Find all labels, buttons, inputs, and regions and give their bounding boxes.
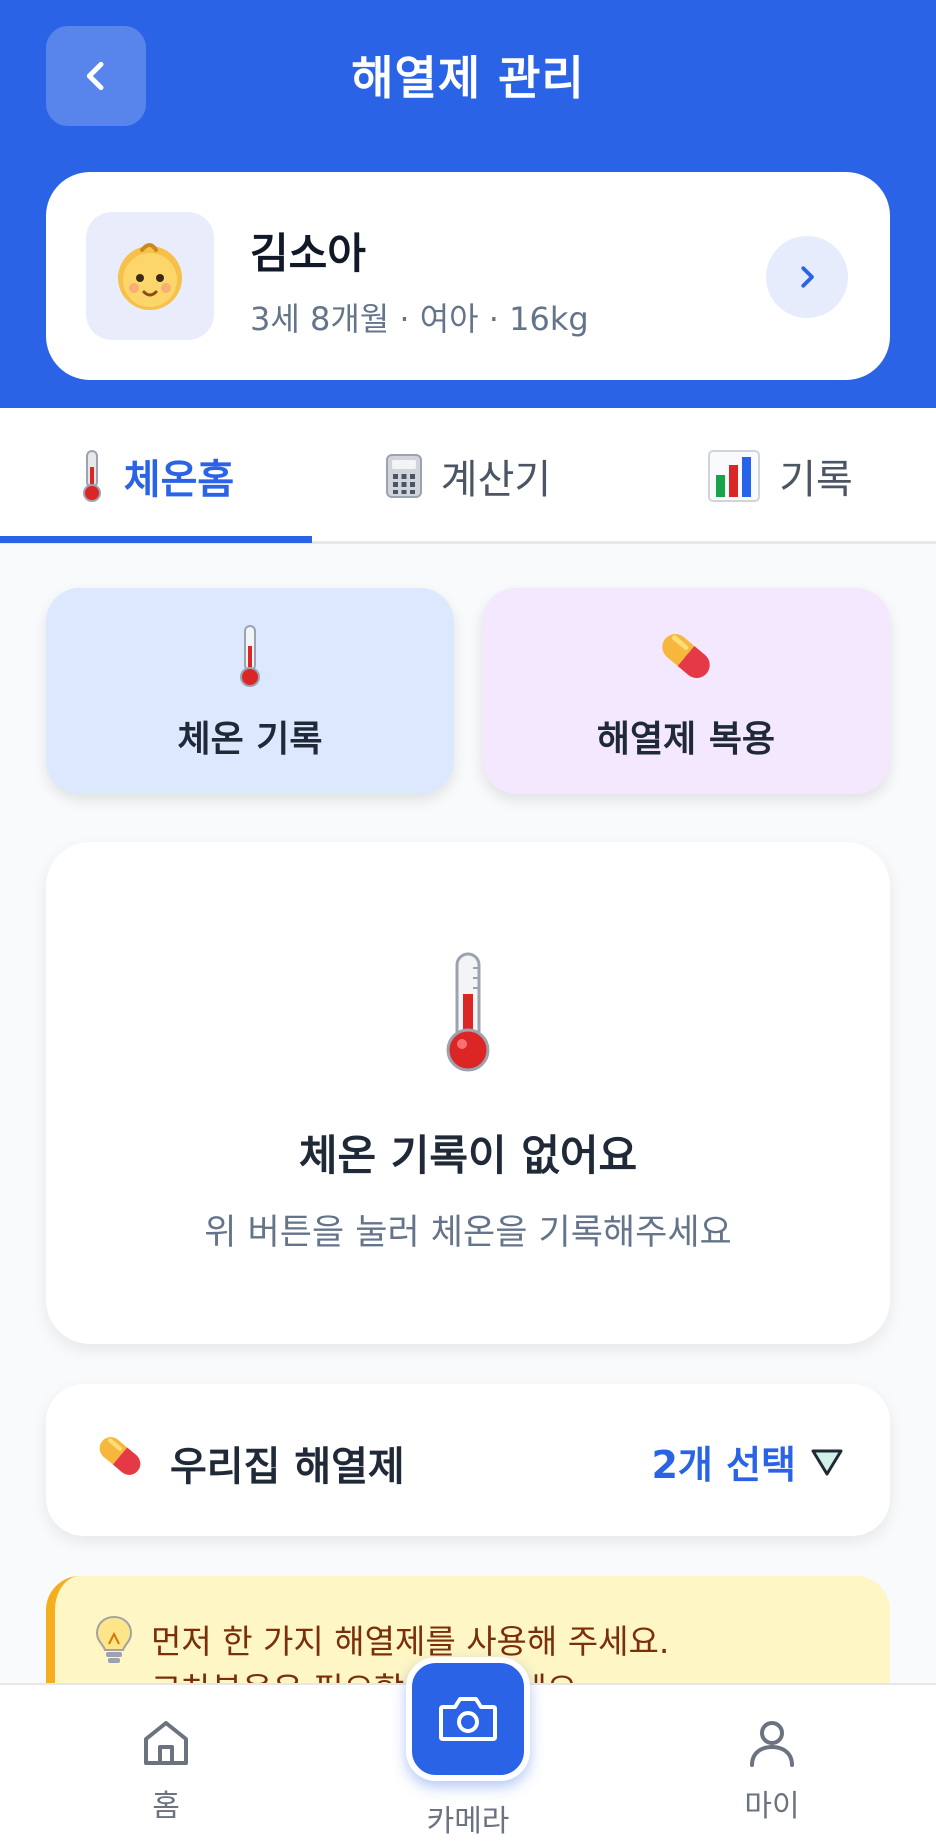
- home-icon: [144, 1721, 188, 1765]
- tab-label: 계산기: [440, 457, 552, 503]
- medicine-title: 우리집 해열제: [170, 1444, 405, 1490]
- thermometer-icon: [46, 950, 890, 1074]
- thermometer-icon: [78, 449, 106, 503]
- tab-bar: 체온홈 계산기 기록: [0, 408, 936, 544]
- medicine-select-dropdown[interactable]: 2개 선택: [651, 1434, 844, 1489]
- active-tab-indicator: [0, 536, 312, 543]
- tab-temperature-home[interactable]: 체온홈: [0, 408, 312, 544]
- nav-my-label: 마이: [744, 1789, 800, 1824]
- chevron-right-icon: [801, 266, 814, 288]
- nav-home-label: 홈: [152, 1789, 180, 1824]
- home-medicine-card[interactable]: 우리집 해열제 2개 선택: [46, 1384, 890, 1536]
- tip-line: 먼저 한 가지 해열제를 사용해 주세요.: [151, 1622, 670, 1661]
- triangle-down-icon: [811, 1449, 843, 1475]
- pill-icon: [651, 620, 721, 692]
- camera-icon: [439, 1697, 497, 1741]
- temperature-record-button[interactable]: 체온 기록: [46, 588, 454, 794]
- lightbulb-icon: [93, 1614, 135, 1670]
- tab-records[interactable]: 기록: [624, 408, 936, 544]
- tab-label: 기록: [779, 457, 853, 503]
- app-header: 해열제 관리 김소아 3세 8개월 · 여아 · 16kg: [0, 0, 936, 408]
- profile-info: 3세 8개월 · 여아 · 16kg: [250, 300, 589, 338]
- calculator-icon: [385, 453, 423, 499]
- profile-card[interactable]: 김소아 3세 8개월 · 여아 · 16kg: [46, 172, 890, 380]
- empty-state-title: 체온 기록이 없어요: [298, 1131, 638, 1180]
- avatar: [86, 212, 214, 340]
- baby-face-icon: [118, 243, 182, 310]
- medicine-selected-count: 2개 선택: [651, 1443, 796, 1487]
- nav-home[interactable]: 홈: [86, 1717, 246, 1825]
- tab-calculator[interactable]: 계산기: [312, 408, 624, 544]
- temperature-record-label: 체온 기록: [177, 719, 323, 760]
- thermometer-icon: [235, 620, 265, 692]
- empty-state-description: 위 버튼을 눌러 체온을 기록해주세요: [204, 1213, 732, 1253]
- empty-state-card: 체온 기록이 없어요 위 버튼을 눌러 체온을 기록해주세요: [46, 842, 890, 1344]
- medicine-dose-label: 해열제 복용: [596, 719, 776, 760]
- profile-name: 김소아: [250, 229, 366, 278]
- bar-chart-icon: [707, 449, 761, 503]
- camera-button[interactable]: [406, 1657, 530, 1781]
- pill-icon: [90, 1426, 150, 1490]
- tab-label: 체온홈: [123, 457, 235, 503]
- person-icon: [750, 1721, 794, 1767]
- page-title: 해열제 관리: [351, 51, 585, 105]
- profile-detail-button[interactable]: [766, 236, 848, 318]
- nav-my[interactable]: 마이: [692, 1717, 852, 1825]
- nav-camera-label: 카메라: [426, 1804, 510, 1839]
- medicine-dose-button[interactable]: 해열제 복용: [482, 588, 890, 794]
